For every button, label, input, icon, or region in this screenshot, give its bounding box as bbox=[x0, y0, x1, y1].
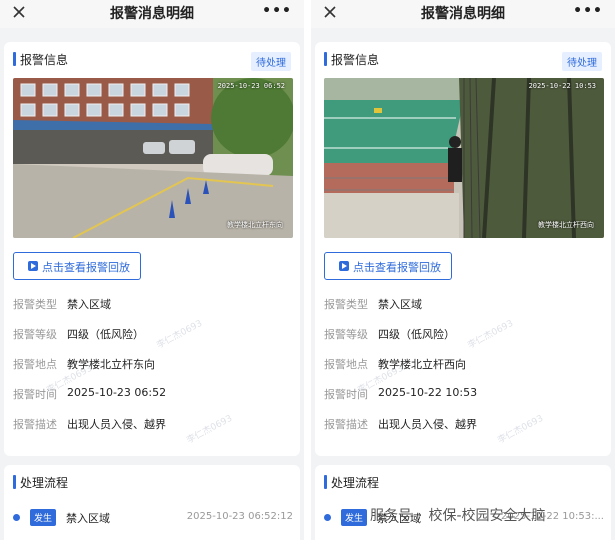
alarm-detail-screen-left: 报警消息明细 ••• 报警信息 待处理 2025-10-23 06:52 教学楼… bbox=[0, 0, 304, 540]
status-badge: 待处理 bbox=[251, 52, 291, 71]
section-title: 报警信息 bbox=[20, 53, 69, 67]
page-title: 报警消息明细 bbox=[110, 6, 194, 22]
section-bar bbox=[324, 475, 327, 489]
camera-snapshot[interactable]: 2025-10-23 06:52 教学楼北立杆东向 bbox=[13, 78, 293, 238]
section-title: 处理流程 bbox=[20, 476, 69, 490]
section-bar bbox=[13, 475, 16, 489]
watermark: 李仁杰0693 bbox=[466, 318, 516, 351]
field-value: 禁入区域 bbox=[378, 298, 422, 311]
status-badge: 待处理 bbox=[562, 52, 602, 71]
watermark: 李仁杰0693 bbox=[496, 413, 546, 446]
field-value: 2025-10-23 06:52 bbox=[67, 386, 167, 399]
play-icon bbox=[339, 261, 349, 271]
section-title: 报警信息 bbox=[331, 53, 380, 67]
alarm-detail-screen-right: 报警消息明细 ••• 报警信息 待处理 2025-10-22 10:53 教学楼… bbox=[311, 0, 615, 540]
account-type: 服务号 bbox=[370, 508, 412, 524]
field-value: 出现人员入侵、越界 bbox=[67, 418, 166, 431]
watermark: 李仁杰0693 bbox=[155, 318, 205, 351]
timeline-dot bbox=[324, 514, 331, 521]
field-value: 禁入区域 bbox=[67, 298, 111, 311]
court-image bbox=[324, 78, 604, 238]
camera-location: 教学楼北立杆西向 bbox=[538, 221, 594, 229]
field-label: 报警描述 bbox=[13, 418, 57, 431]
panel-divider bbox=[304, 0, 311, 540]
play-icon bbox=[28, 261, 38, 271]
field-label: 报警等级 bbox=[13, 328, 57, 341]
account-name: 校保-校园安全大脑 bbox=[428, 508, 546, 524]
nav-bar: 报警消息明细 ••• bbox=[0, 0, 304, 28]
watermark: 李仁杰0693 bbox=[185, 413, 235, 446]
timeline-dot bbox=[13, 514, 20, 521]
section-title: 处理流程 bbox=[331, 476, 380, 490]
parking-lot-image bbox=[13, 78, 293, 238]
field-value: 四级（低风险） bbox=[378, 328, 455, 341]
section-bar bbox=[324, 52, 327, 66]
process-card: 处理流程 发生 禁入区域 2025-10-22 10:53:... bbox=[315, 465, 611, 540]
alarm-info-card: 报警信息 待处理 bbox=[4, 42, 300, 456]
more-icon[interactable]: ••• bbox=[573, 3, 603, 19]
view-replay-label: 点击查看报警回放 bbox=[353, 261, 441, 274]
page-title: 报警消息明细 bbox=[421, 6, 505, 22]
step-tag: 发生 bbox=[30, 509, 57, 526]
field-value: 2025-10-22 10:53 bbox=[378, 386, 478, 399]
field-label: 报警类型 bbox=[13, 298, 57, 311]
step-name: 禁入区域 bbox=[66, 512, 110, 525]
field-label: 报警描述 bbox=[324, 418, 368, 431]
field-label: 报警地点 bbox=[324, 358, 368, 371]
section-bar bbox=[13, 52, 16, 66]
alarm-info-card: 报警信息 待处理 bbox=[315, 42, 611, 456]
process-card: 处理流程 发生 禁入区域 2025-10-23 06:52:12 bbox=[4, 465, 300, 540]
view-replay-button[interactable]: 点击查看报警回放 bbox=[324, 252, 452, 280]
view-replay-label: 点击查看报警回放 bbox=[42, 261, 130, 274]
footer-watermark: 服务号 · 校保-校园安全大脑 bbox=[370, 505, 546, 525]
camera-location: 教学楼北立杆东向 bbox=[227, 221, 283, 229]
view-replay-button[interactable]: 点击查看报警回放 bbox=[13, 252, 141, 280]
field-label: 报警类型 bbox=[324, 298, 368, 311]
separator: · bbox=[418, 508, 423, 524]
camera-timestamp: 2025-10-22 10:53 bbox=[528, 82, 596, 90]
field-value: 出现人员入侵、越界 bbox=[378, 418, 477, 431]
step-tag: 发生 bbox=[341, 509, 368, 526]
step-time: 2025-10-23 06:52:12 bbox=[186, 511, 293, 522]
camera-timestamp: 2025-10-23 06:52 bbox=[217, 82, 285, 90]
field-value: 四级（低风险） bbox=[67, 328, 144, 341]
more-icon[interactable]: ••• bbox=[262, 3, 292, 19]
process-step: 发生 禁入区域 2025-10-23 06:52:12 bbox=[13, 509, 293, 527]
nav-bar: 报警消息明细 ••• bbox=[311, 0, 615, 28]
field-label: 报警地点 bbox=[13, 358, 57, 371]
camera-snapshot[interactable]: 2025-10-22 10:53 教学楼北立杆西向 bbox=[324, 78, 604, 238]
field-label: 报警等级 bbox=[324, 328, 368, 341]
